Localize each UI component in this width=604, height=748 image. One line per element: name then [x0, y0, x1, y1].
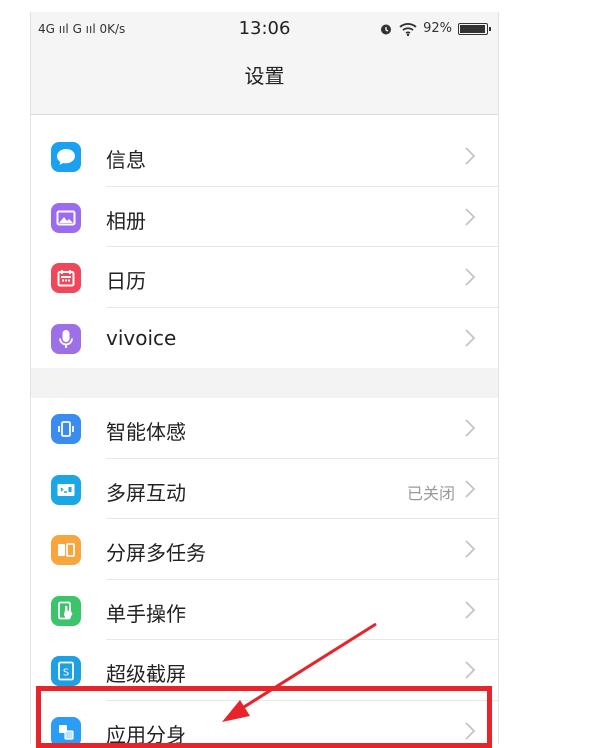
status-right: 92% [379, 21, 491, 36]
settings-item-one-hand[interactable]: 单手操作 [31, 579, 498, 640]
chevron-right-icon [465, 661, 476, 679]
settings-list: 信息 相册 日历 vivoice 智能体感 多屏互动 已关闭 分屏多任务 单手操… [31, 126, 498, 744]
settings-item-label: vivoice [106, 325, 177, 350]
settings-item-label: 智能体感 [106, 420, 186, 444]
chevron-right-icon [465, 419, 476, 437]
settings-item-app-clone[interactable]: 应用分身 [31, 700, 498, 745]
settings-item-label: 分屏多任务 [106, 541, 206, 565]
chevron-right-icon [465, 328, 476, 347]
screenshot-icon: S [51, 656, 81, 686]
settings-item-label: 多屏互动 [106, 480, 186, 505]
settings-item-label: 单手操作 [106, 601, 186, 626]
chevron-right-icon [465, 207, 476, 226]
chevron-right-icon [465, 479, 476, 498]
battery-percent: 92% [423, 21, 452, 36]
photo-icon [51, 202, 81, 233]
settings-item-vivoice[interactable]: vivoice [31, 307, 498, 368]
settings-item-label: 日历 [106, 269, 146, 293]
svg-text:S: S [63, 668, 69, 679]
battery-icon [458, 22, 491, 35]
microphone-icon [51, 323, 81, 354]
page-title: 设置 [244, 64, 285, 88]
calendar-icon [51, 263, 81, 293]
split-screen-icon [51, 535, 81, 565]
status-bar: 4G ııl G ııl 0K/s 13:06 92% [31, 12, 498, 46]
settings-item-super-screenshot[interactable]: S 超级截屏 [31, 640, 498, 701]
settings-item-label: 应用分身 [106, 722, 186, 745]
message-icon [51, 142, 81, 172]
settings-item-motion-sense[interactable]: 智能体感 [31, 398, 498, 459]
settings-item-multi-screen[interactable]: 多屏互动 已关闭 [31, 458, 498, 519]
app-clone-icon [51, 716, 81, 744]
motion-sense-icon [51, 414, 81, 444]
settings-item-label: 信息 [106, 148, 146, 172]
settings-item-album[interactable]: 相册 [31, 186, 498, 247]
settings-item-label: 超级截屏 [106, 662, 186, 686]
chevron-right-icon [465, 721, 476, 740]
wifi-icon [399, 22, 417, 36]
settings-item-value: 已关闭 [406, 483, 455, 503]
settings-screen: 4G ııl G ııl 0K/s 13:06 92% 设置 信息 相册 日历 … [30, 12, 499, 744]
settings-item-label: 相册 [106, 208, 146, 233]
chevron-right-icon [465, 600, 476, 619]
one-hand-icon [51, 595, 81, 626]
settings-item-messages[interactable]: 信息 [31, 126, 498, 187]
chevron-right-icon [465, 268, 476, 286]
alarm-icon [381, 24, 392, 34]
section-gap [31, 368, 498, 398]
settings-item-calendar[interactable]: 日历 [31, 247, 498, 308]
chevron-right-icon [465, 147, 476, 165]
settings-item-split-screen[interactable]: 分屏多任务 [31, 519, 498, 580]
chevron-right-icon [465, 540, 476, 558]
multi-screen-icon [51, 474, 81, 505]
header: 4G ııl G ııl 0K/s 13:06 92% 设置 [31, 12, 498, 115]
